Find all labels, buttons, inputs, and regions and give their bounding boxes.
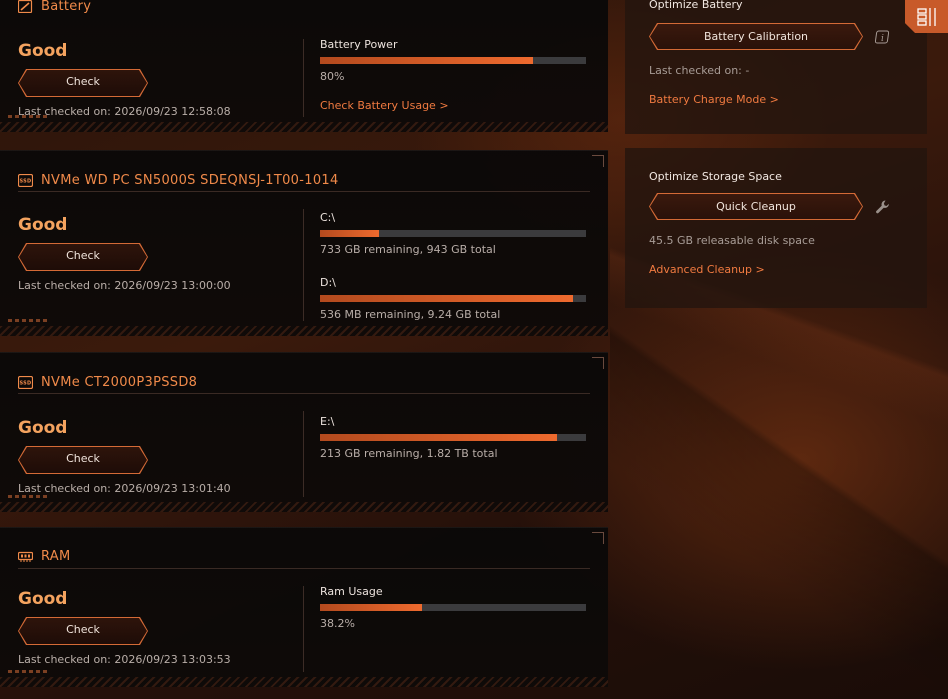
quick-cleanup-button[interactable]: Quick Cleanup [650, 194, 862, 219]
ram-card: RAM Good Check Last checked on: 2026/09/… [0, 527, 608, 687]
battery-icon [18, 0, 33, 13]
advanced-cleanup-link[interactable]: Advanced Cleanup > [649, 263, 903, 276]
panel-toggle-icon [916, 7, 936, 26]
ram-last-checked: Last checked on: 2026/09/23 13:03:53 [18, 653, 231, 666]
ram-status: Good [18, 589, 68, 609]
ssd1-divider [303, 209, 304, 321]
ram-check-button[interactable]: Check [19, 618, 147, 644]
battery-charge-mode-link[interactable]: Battery Charge Mode > [649, 93, 903, 106]
card-decoration [8, 319, 48, 322]
battery-divider [303, 39, 304, 117]
battery-power-value: 80% [320, 70, 345, 83]
ram-usage-bar [320, 604, 586, 611]
ram-icon [18, 551, 33, 562]
drive-c-info: 733 GB remaining, 943 GB total [320, 243, 496, 256]
drive-e-fill [320, 434, 557, 441]
optimize-storage-title: Optimize Storage Space [649, 170, 782, 183]
ssd1-card: SSD NVMe WD PC SN5000S SDEQNSJ-1T00-1014… [0, 150, 608, 336]
card-corner [592, 532, 604, 544]
ssd1-last-checked: Last checked on: 2026/09/23 13:00:00 [18, 279, 231, 292]
ram-usage-fill [320, 604, 422, 611]
battery-power-bar [320, 57, 586, 64]
card-corner [592, 357, 604, 369]
ssd1-title: NVMe WD PC SN5000S SDEQNSJ-1T00-1014 [41, 172, 339, 188]
ssd1-card-header: SSD NVMe WD PC SN5000S SDEQNSJ-1T00-1014 [18, 171, 339, 189]
battery-last-checked: Last checked on: 2026/09/23 12:58:08 [18, 105, 231, 118]
ram-divider [303, 586, 304, 672]
battery-card-header: Battery [18, 0, 91, 15]
drive-d-label: D:\ [320, 276, 336, 289]
ssd-icon: SSD [18, 375, 33, 389]
drive-d-fill [320, 295, 573, 302]
card-decoration [8, 495, 48, 498]
ssd1-check-button[interactable]: Check [19, 244, 147, 270]
ssd-icon: SSD [18, 173, 33, 187]
ram-usage-value: 38.2% [320, 617, 355, 630]
panel-toggle-button[interactable] [905, 0, 948, 33]
ram-header-divider [18, 568, 590, 569]
drive-c-bar [320, 230, 586, 237]
info-icon[interactable]: i [875, 30, 889, 44]
svg-text:i: i [881, 34, 884, 44]
releasable-space-info: 45.5 GB releasable disk space [649, 234, 815, 247]
ssd1-status: Good [18, 215, 68, 235]
ssd2-divider [303, 411, 304, 497]
ssd1-header-divider [18, 191, 590, 192]
ssd2-check-button[interactable]: Check [19, 447, 147, 473]
optimize-battery-last-checked: Last checked on: - [649, 64, 750, 77]
battery-power-label: Battery Power [320, 38, 398, 51]
ssd2-header-divider [18, 393, 590, 394]
ssd2-card-header: SSD NVMe CT2000P3PSSD8 [18, 373, 197, 391]
drive-e-bar [320, 434, 586, 441]
ssd2-card: SSD NVMe CT2000P3PSSD8 Good Check Last c… [0, 352, 608, 512]
drive-d-bar [320, 295, 586, 302]
drive-c-label: C:\ [320, 211, 336, 224]
svg-text:SSD: SSD [19, 178, 31, 184]
battery-status: Good [18, 41, 68, 61]
check-battery-usage-link[interactable]: Check Battery Usage > [320, 99, 586, 112]
drive-d-info: 536 MB remaining, 9.24 GB total [320, 308, 501, 321]
battery-check-button[interactable]: Check [19, 70, 147, 96]
ssd2-last-checked: Last checked on: 2026/09/23 13:01:40 [18, 482, 231, 495]
ssd2-title: NVMe CT2000P3PSSD8 [41, 374, 198, 390]
battery-card: Battery Good Check Last checked on: 2026… [0, 0, 608, 132]
card-corner [592, 155, 604, 167]
wrench-icon[interactable] [875, 199, 891, 215]
optimize-battery-panel: Optimize Battery Battery Calibration i L… [625, 0, 927, 134]
drive-c-fill [320, 230, 379, 237]
optimize-battery-title: Optimize Battery [649, 0, 743, 11]
optimize-storage-panel: Optimize Storage Space Quick Cleanup 45.… [625, 148, 927, 308]
battery-calibration-button[interactable]: Battery Calibration [650, 24, 862, 49]
ram-card-header: RAM [18, 547, 71, 565]
drive-e-label: E:\ [320, 415, 335, 428]
ram-title: RAM [41, 548, 71, 564]
battery-power-fill [320, 57, 533, 64]
svg-text:SSD: SSD [19, 380, 31, 386]
ram-usage-label: Ram Usage [320, 585, 383, 598]
ssd2-status: Good [18, 418, 68, 438]
drive-e-info: 213 GB remaining, 1.82 TB total [320, 447, 498, 460]
card-decoration [8, 670, 48, 673]
battery-title: Battery [41, 0, 92, 14]
